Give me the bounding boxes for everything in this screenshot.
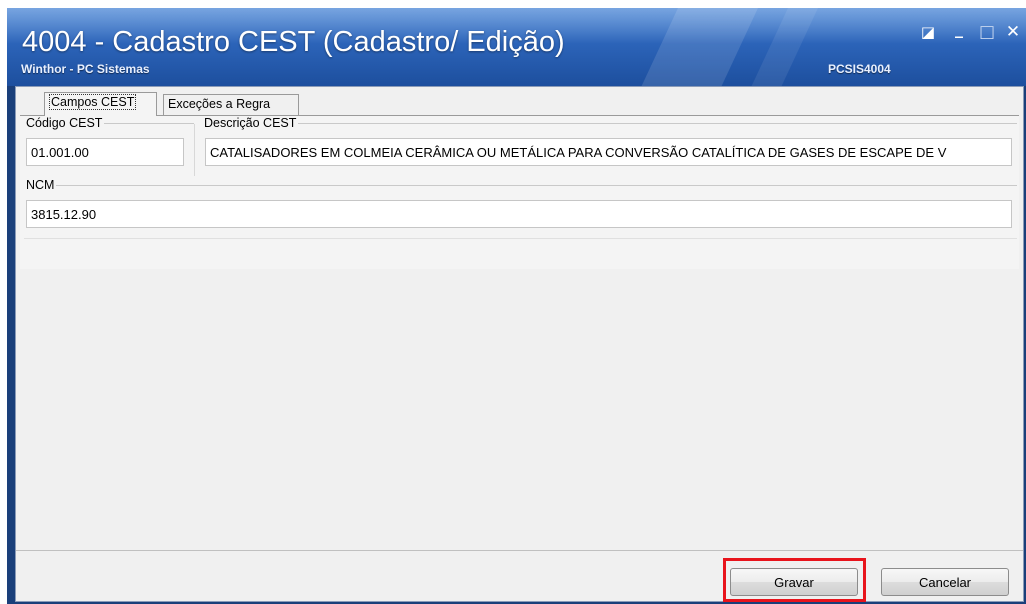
codigo-cest-field[interactable]: 01.001.00 (26, 138, 184, 166)
tab-excecoes-regra[interactable]: Exceções a Regra (163, 94, 299, 115)
save-button[interactable]: Gravar (730, 568, 858, 596)
group-divider (194, 124, 195, 176)
group-border (24, 185, 1017, 186)
group-border (202, 123, 1017, 124)
group-border (24, 238, 1017, 239)
maximize-icon[interactable]: □ (977, 22, 997, 42)
restore-icon[interactable]: ◪ (918, 22, 938, 42)
descricao-cest-field[interactable]: CATALISADORES EM COLMEIA CERÂMICA OU MET… (205, 138, 1012, 166)
app-window: 4004 - Cadastro CEST (Cadastro/ Edição) … (7, 8, 1026, 604)
ncm-field[interactable]: 3815.12.90 (26, 200, 1012, 228)
descricao-cest-label: Descrição CEST (202, 116, 299, 130)
window-subtitle: Winthor - PC Sistemas (21, 62, 150, 76)
window-title: 4004 - Cadastro CEST (Cadastro/ Edição) (22, 26, 565, 58)
tab-campos-cest[interactable]: Campos CEST (44, 92, 157, 116)
window-client-area: Campos CEST Exceções a Regra Código CEST… (15, 86, 1024, 602)
routine-code: PCSIS4004 (828, 62, 891, 76)
title-bar[interactable]: 4004 - Cadastro CEST (Cadastro/ Edição) … (7, 8, 1026, 86)
codigo-cest-label: Código CEST (24, 116, 105, 130)
minimize-icon[interactable]: _ (949, 18, 969, 38)
ncm-label: NCM (24, 178, 57, 192)
tab-label: Exceções a Regra (168, 97, 271, 111)
close-icon[interactable]: ✕ (1003, 22, 1023, 42)
tab-page-campos-cest: Código CEST 01.001.00 Descrição CEST CAT… (20, 115, 1019, 269)
footer-separator (16, 550, 1023, 551)
tab-label: Campos CEST (49, 94, 137, 110)
cancel-button[interactable]: Cancelar (881, 568, 1009, 596)
